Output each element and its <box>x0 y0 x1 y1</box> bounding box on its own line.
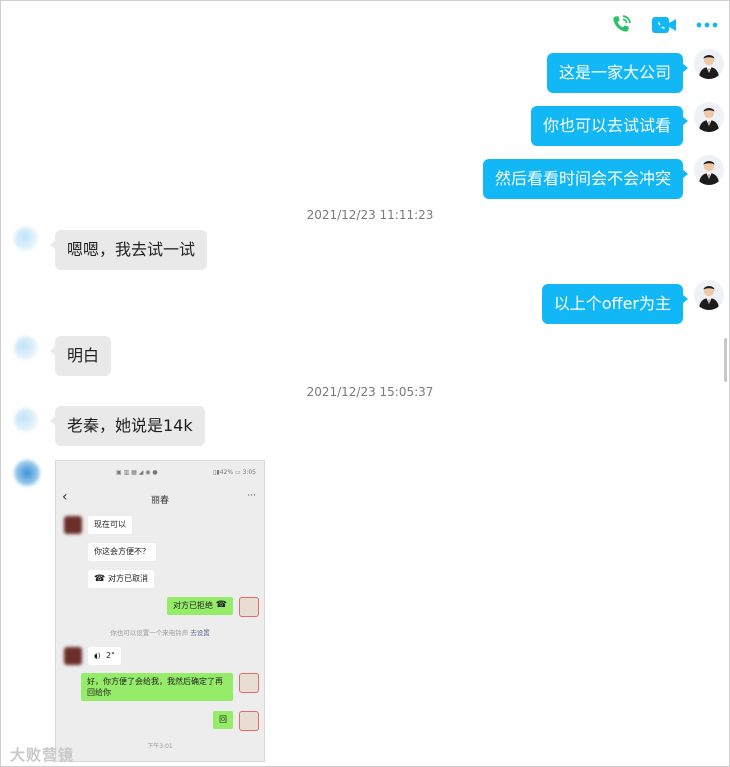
my-avatar[interactable] <box>694 155 724 185</box>
outgoing-message[interactable]: 然后看看时间会不会冲突 <box>482 159 689 199</box>
list-item: 你这会方便不？ <box>88 543 156 561</box>
contact-avatar[interactable] <box>14 408 38 432</box>
my-avatar[interactable] <box>694 280 724 310</box>
list-item: 回 <box>213 711 233 729</box>
contact-avatar[interactable] <box>14 336 38 360</box>
incoming-message[interactable]: 明白 <box>49 336 112 376</box>
my-avatar <box>239 711 259 731</box>
image-message[interactable]: ▣ ▥ ▦ ◢ ◉ ● ▯▮42% ▭ 3:05 ‹ 丽春 ··· 现在可以 你… <box>55 460 265 762</box>
incoming-message[interactable]: 嗯嗯，我去试一试 <box>49 230 208 270</box>
hangup-icon: ☎ <box>94 574 106 584</box>
chat-title: 丽春 <box>150 496 169 506</box>
contact-avatar[interactable] <box>14 460 40 486</box>
list-item: 对方已拒绝 ☎ <box>167 597 233 615</box>
message-timestamp: 2021/12/23 11:11:23 <box>306 208 434 222</box>
list-item: 现在可以 <box>88 516 132 534</box>
list-item: ☎ 对方已取消 <box>88 570 154 588</box>
more-dots-icon: ··· <box>247 491 256 501</box>
scrollbar[interactable] <box>724 338 727 382</box>
phone-time: 下午3:01 <box>147 743 173 750</box>
contact-avatar[interactable] <box>14 227 38 251</box>
phone-icon[interactable] <box>608 12 634 38</box>
ringtone-note: 你也可以设置一个来电铃声 去设置 <box>110 629 210 637</box>
outgoing-message[interactable]: 这是一家大公司 <box>546 53 689 93</box>
more-dots-icon[interactable] <box>694 12 720 38</box>
outgoing-message[interactable]: 你也可以去试试看 <box>530 106 689 146</box>
contact-avatar <box>64 647 82 665</box>
incoming-message[interactable]: 老秦，她说是14k <box>50 406 205 446</box>
hangup-icon: ☎ <box>215 600 227 610</box>
voice-icon: ◖) <box>94 652 101 660</box>
my-avatar <box>239 597 259 617</box>
my-avatar[interactable] <box>694 49 724 79</box>
my-avatar <box>239 673 259 693</box>
list-item: 好，你方便了会给我，我然后确定了再回给你 <box>81 673 233 701</box>
my-avatar[interactable] <box>694 102 724 132</box>
outgoing-message[interactable]: 以上个offer为主 <box>541 284 689 324</box>
voice-message: ◖) 2" <box>88 647 121 665</box>
watermark: 大败营镜 <box>10 746 75 764</box>
video-icon[interactable] <box>651 12 677 38</box>
contact-avatar <box>64 516 82 534</box>
message-timestamp: 2021/12/23 15:05:37 <box>306 385 434 399</box>
